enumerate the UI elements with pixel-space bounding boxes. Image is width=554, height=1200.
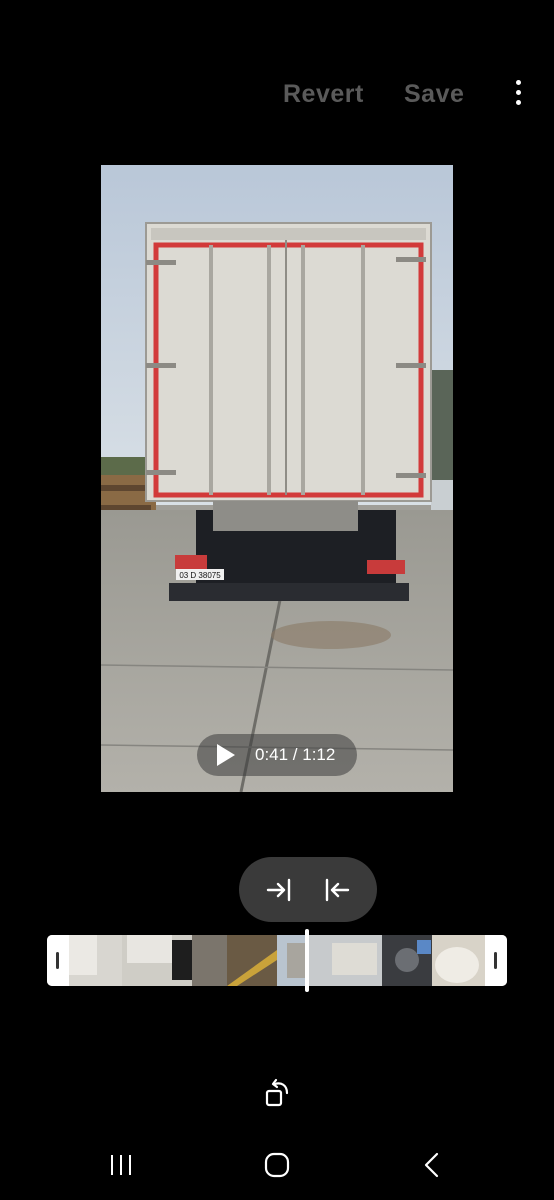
filmstrip[interactable] bbox=[47, 935, 507, 986]
playhead[interactable] bbox=[305, 929, 309, 992]
rotate-icon[interactable] bbox=[263, 1077, 293, 1109]
video-frame-image: 03 D 38075 bbox=[101, 165, 453, 792]
back-icon[interactable] bbox=[420, 1145, 444, 1185]
top-toolbar: Revert Save bbox=[0, 70, 554, 118]
video-preview[interactable]: 03 D 38075 bbox=[101, 165, 453, 792]
save-button[interactable]: Save bbox=[404, 80, 464, 109]
license-plate-text: 03 D 38075 bbox=[179, 571, 221, 580]
home-icon[interactable] bbox=[261, 1145, 293, 1185]
trim-start-icon[interactable] bbox=[264, 875, 294, 905]
recents-icon[interactable] bbox=[106, 1145, 136, 1185]
more-options-icon[interactable] bbox=[508, 80, 530, 108]
play-icon[interactable] bbox=[215, 743, 237, 767]
trim-handle-left[interactable] bbox=[47, 935, 69, 986]
trim-controls bbox=[239, 857, 377, 922]
filmstrip-thumbnails bbox=[47, 935, 507, 986]
playback-control: 0:41 / 1:12 bbox=[197, 734, 357, 776]
trim-end-icon[interactable] bbox=[322, 875, 352, 905]
time-display: 0:41 / 1:12 bbox=[255, 745, 336, 764]
revert-button[interactable]: Revert bbox=[283, 80, 364, 109]
trim-handle-right[interactable] bbox=[485, 935, 507, 986]
